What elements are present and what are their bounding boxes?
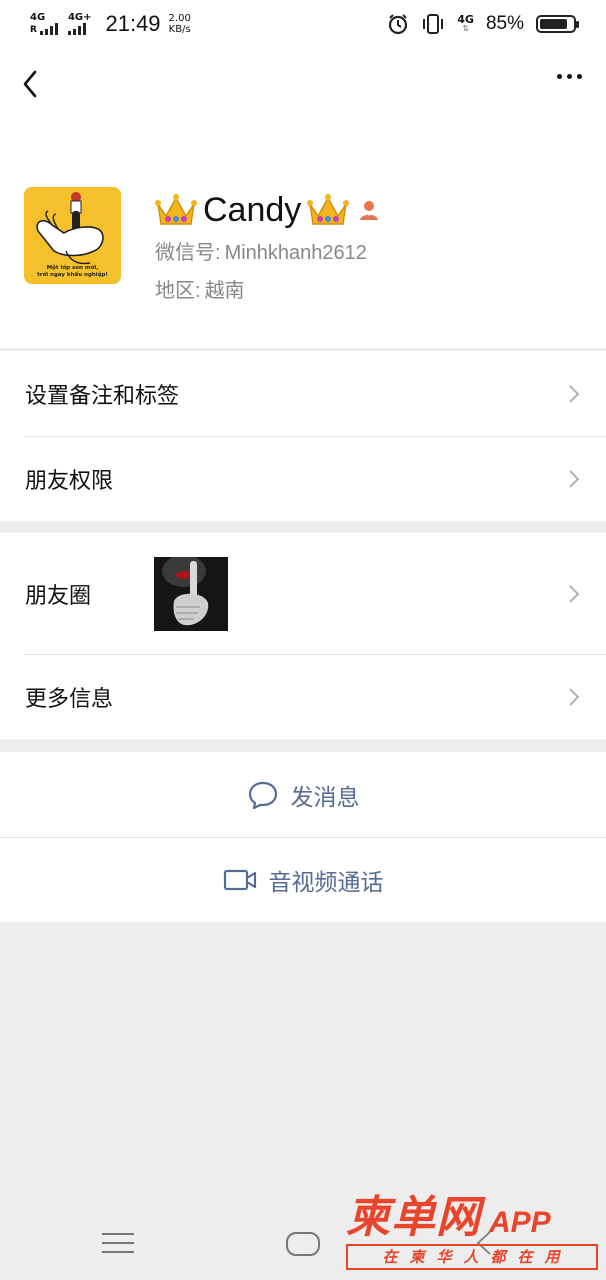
chevron-right-icon (569, 384, 580, 403)
chevron-right-icon (569, 584, 580, 603)
network-type-2: 4G+ (67, 12, 92, 23)
watermark-logo: 柬单网 APP 在柬华人都在用 (346, 1194, 598, 1276)
speed-value: 2.00 (168, 13, 191, 24)
avatar-caption-line2: trời ngay khẩu nghiệp! (37, 272, 108, 278)
moments-thumbnail[interactable] (154, 557, 228, 631)
chevron-right-icon (569, 687, 580, 706)
more-info-row[interactable]: 更多信息 (0, 654, 606, 739)
display-name: Candy (203, 190, 302, 229)
recent-apps-icon[interactable] (102, 1233, 134, 1260)
signal-1: 4G R (30, 13, 58, 35)
signal-bars-icon: R (30, 23, 58, 35)
friend-permissions-label: 朋友权限 (25, 468, 114, 494)
speed-unit: KB/s (168, 24, 191, 35)
signal-bars-icon (67, 23, 86, 35)
video-camera-icon (223, 869, 256, 890)
wechat-id-value: Minhkhanh2612 (224, 242, 367, 264)
home-button-icon[interactable] (286, 1232, 320, 1256)
crown-icon (155, 194, 197, 225)
clock: 21:49 (105, 11, 161, 36)
avatar-caption: Một lớp son mới, trời ngay khẩu nghiệp! (24, 265, 121, 279)
wechat-id-line: 微信号: Minhkhanh2612 (155, 236, 367, 265)
network-4g-icon: 4G ⇅ (457, 13, 474, 33)
network-type-1: 4G (30, 12, 46, 23)
more-options-icon[interactable] (557, 74, 582, 79)
signal-2: 4G+ (67, 12, 92, 35)
chevron-right-icon (569, 469, 580, 488)
chat-bubble-icon (248, 781, 277, 809)
battery-fill (540, 19, 568, 29)
avatar-caption-line1: Một lớp son mới, (46, 265, 99, 271)
region-line: 地区: 越南 (155, 274, 245, 303)
wechat-id-label: 微信号: (155, 242, 221, 264)
name-row: Candy (155, 188, 381, 232)
watermark-subtitle: 在柬华人都在用 (346, 1244, 598, 1270)
video-call-button[interactable]: 音视频通话 (0, 837, 606, 922)
avatar[interactable]: Một lớp son mới, trời ngay khẩu nghiệp! (24, 187, 121, 284)
region-value: 越南 (204, 280, 245, 302)
video-call-label: 音视频通话 (268, 869, 384, 896)
back-arrow-icon[interactable] (16, 66, 48, 102)
alarm-icon (389, 14, 408, 35)
moments-label: 朋友圈 (25, 583, 92, 609)
battery-icon (536, 15, 579, 33)
moments-row[interactable]: 朋友圈 (0, 533, 606, 654)
send-message-button[interactable]: 发消息 (0, 752, 606, 837)
remarks-and-tags-label: 设置备注和标签 (25, 383, 180, 409)
status-bar: 4G R 4G+ 21:49 2.00 KB/s 4G ⇅ 85% (0, 0, 606, 48)
actions-group: 发消息 音视频通话 (0, 752, 606, 922)
settings-group: 设置备注和标签 朋友权限 (0, 350, 606, 521)
female-gender-icon (360, 201, 379, 220)
watermark-title: 柬单网 (346, 1192, 481, 1243)
network-speed: 2.00 KB/s (169, 13, 191, 35)
vibrate-icon (423, 14, 444, 34)
profile-header: Một lớp son mới, trời ngay khẩu nghiệp! … (0, 48, 606, 348)
send-message-label: 发消息 (290, 784, 360, 811)
moments-photo (154, 557, 228, 631)
profile-details-group: 朋友圈 更多信息 (0, 533, 606, 739)
region-label: 地区: (155, 280, 201, 302)
friend-permissions-row[interactable]: 朋友权限 (0, 436, 606, 521)
watermark-app: APP (489, 1206, 551, 1239)
battery-percent: 85% (485, 13, 524, 34)
crown-icon (307, 194, 350, 225)
remarks-and-tags-row[interactable]: 设置备注和标签 (0, 351, 606, 436)
more-info-label: 更多信息 (25, 686, 114, 712)
